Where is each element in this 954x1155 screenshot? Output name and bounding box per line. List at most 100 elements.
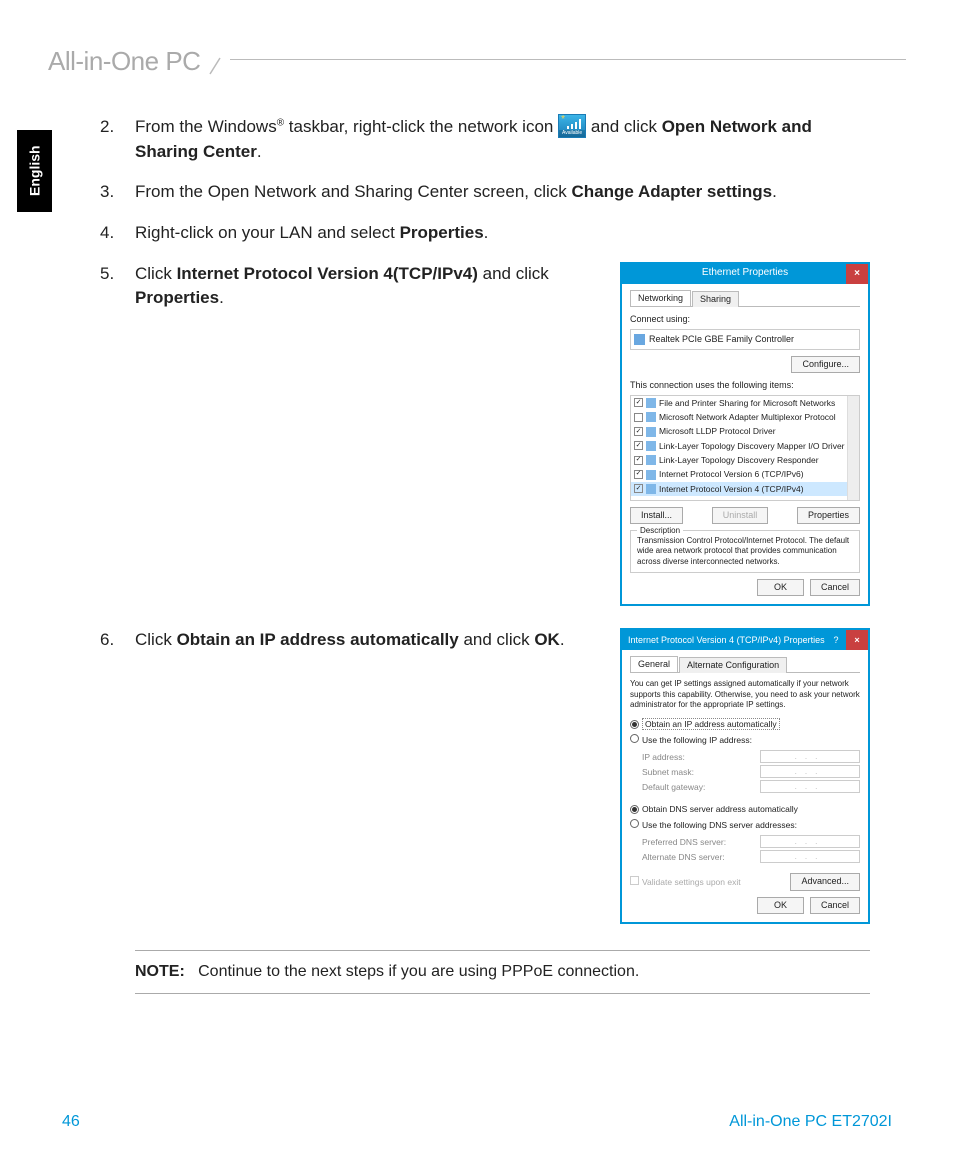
step-number: 6. <box>100 628 135 924</box>
protocol-list[interactable]: File and Printer Sharing for Microsoft N… <box>630 395 860 501</box>
gateway-label: Default gateway: <box>642 781 705 793</box>
ipv4-properties-dialog: Internet Protocol Version 4 (TCP/IPv4) P… <box>620 628 870 924</box>
configure-button[interactable]: Configure... <box>791 356 860 373</box>
scrollbar[interactable] <box>847 396 859 500</box>
cancel-button[interactable]: Cancel <box>810 579 860 596</box>
signal-bars-icon <box>567 119 583 129</box>
checkbox-icon[interactable] <box>634 441 643 450</box>
option-auto-dns: Obtain DNS server address automatically <box>642 804 798 814</box>
tab-sharing[interactable]: Sharing <box>692 291 739 307</box>
checkbox-icon[interactable] <box>634 470 643 479</box>
cancel-button[interactable]: Cancel <box>810 897 860 914</box>
header-slash-icon <box>208 48 222 76</box>
alt-dns-label: Alternate DNS server: <box>642 851 725 863</box>
adapter-box: Realtek PCIe GBE Family Controller <box>630 329 860 350</box>
instruction-list: 2. From the Windows® taskbar, right-clic… <box>100 115 870 924</box>
dialog-title: Internet Protocol Version 4 (TCP/IPv4) P… <box>628 634 825 647</box>
protocol-icon <box>646 470 656 480</box>
language-tab: English <box>17 130 52 212</box>
alt-dns-input[interactable]: ... <box>760 850 860 863</box>
adapter-icon <box>634 334 645 345</box>
pref-dns-input[interactable]: ... <box>760 835 860 848</box>
radio-manual-ip[interactable] <box>630 734 639 743</box>
uninstall-button[interactable]: Uninstall <box>712 507 769 524</box>
step-5: 5. Click Internet Protocol Version 4(TCP… <box>100 262 870 607</box>
step-3: 3. From the Open Network and Sharing Cen… <box>100 180 870 205</box>
close-icon[interactable]: × <box>846 264 868 284</box>
radio-auto-dns[interactable] <box>630 805 639 814</box>
subnet-input[interactable]: ... <box>760 765 860 778</box>
ethernet-properties-dialog: Ethernet Properties × Networking Sharing… <box>620 262 870 607</box>
dialog-blurb: You can get IP settings assigned automat… <box>630 679 860 710</box>
protocol-icon <box>646 412 656 422</box>
step-row: Click Obtain an IP address automatically… <box>135 628 870 924</box>
validate-checkbox[interactable] <box>630 876 639 885</box>
step-4: 4. Right-click on your LAN and select Pr… <box>100 221 870 246</box>
subnet-label: Subnet mask: <box>642 766 694 778</box>
radio-manual-dns[interactable] <box>630 819 639 828</box>
option-manual-ip: Use the following IP address: <box>642 735 752 745</box>
step-2: 2. From the Windows® taskbar, right-clic… <box>100 115 870 164</box>
step-number: 5. <box>100 262 135 607</box>
step-number: 4. <box>100 221 135 246</box>
description-text: Transmission Control Protocol/Internet P… <box>637 536 853 567</box>
connect-using-label: Connect using: <box>630 313 860 326</box>
content: 2. From the Windows® taskbar, right-clic… <box>100 115 870 994</box>
properties-button[interactable]: Properties <box>797 507 860 524</box>
step-number: 3. <box>100 180 135 205</box>
install-button[interactable]: Install... <box>630 507 683 524</box>
checkbox-icon[interactable] <box>634 456 643 465</box>
option-manual-dns: Use the following DNS server addresses: <box>642 820 797 830</box>
step-text: From the Windows® taskbar, right-click t… <box>135 115 870 164</box>
step-text: Click Obtain an IP address automatically… <box>135 628 608 653</box>
pref-dns-label: Preferred DNS server: <box>642 836 726 848</box>
page-number: 46 <box>62 1113 80 1131</box>
step-6: 6. Click Obtain an IP address automatica… <box>100 628 870 924</box>
validate-label: Validate settings upon exit <box>642 877 741 887</box>
tab-general[interactable]: General <box>630 656 678 672</box>
note-label: NOTE: <box>135 963 185 980</box>
description-group: Description Transmission Control Protoco… <box>630 530 860 573</box>
protocol-icon <box>646 441 656 451</box>
product-name: All-in-One PC ET2702I <box>729 1113 892 1131</box>
note-block: NOTE: Continue to the next steps if you … <box>135 950 870 994</box>
checkbox-icon[interactable] <box>634 427 643 436</box>
step-text: Click Internet Protocol Version 4(TCP/IP… <box>135 262 608 311</box>
tab-networking[interactable]: Networking <box>630 290 691 306</box>
step-number: 2. <box>100 115 135 164</box>
dialog-titlebar: Internet Protocol Version 4 (TCP/IPv4) P… <box>622 630 868 650</box>
ip-label: IP address: <box>642 751 685 763</box>
dialog-titlebar: Ethernet Properties × <box>622 264 868 284</box>
step-text: Right-click on your LAN and select Prope… <box>135 221 870 246</box>
protocol-icon <box>646 484 656 494</box>
dialog-tabs: General Alternate Configuration <box>630 656 860 673</box>
gateway-input[interactable]: ... <box>760 780 860 793</box>
ok-button[interactable]: OK <box>757 897 804 914</box>
advanced-button[interactable]: Advanced... <box>790 873 860 890</box>
uses-items-label: This connection uses the following items… <box>630 379 860 392</box>
help-icon[interactable]: ? <box>826 630 846 650</box>
step-row: Click Internet Protocol Version 4(TCP/IP… <box>135 262 870 607</box>
dialog-title: Ethernet Properties <box>702 266 788 281</box>
protocol-icon <box>646 398 656 408</box>
footer: 46 All-in-One PC ET2702I <box>62 1113 892 1131</box>
close-icon[interactable]: × <box>846 630 868 650</box>
option-auto-ip: Obtain an IP address automatically <box>642 718 780 730</box>
protocol-icon <box>646 427 656 437</box>
adapter-name: Realtek PCIe GBE Family Controller <box>649 333 794 346</box>
checkbox-icon[interactable] <box>634 484 643 493</box>
header-rule <box>230 59 906 60</box>
network-icon: Available <box>558 114 586 138</box>
step-text: From the Open Network and Sharing Center… <box>135 180 870 205</box>
dialog-tabs: Networking Sharing <box>630 290 860 307</box>
page-header: All-in-One PC <box>48 46 906 77</box>
ip-input[interactable]: ... <box>760 750 860 763</box>
radio-auto-ip[interactable] <box>630 720 639 729</box>
checkbox-icon[interactable] <box>634 398 643 407</box>
ok-button[interactable]: OK <box>757 579 804 596</box>
description-legend: Description <box>637 525 683 537</box>
checkbox-icon[interactable] <box>634 413 643 422</box>
note-text: Continue to the next steps if you are us… <box>198 963 639 980</box>
tab-alternate[interactable]: Alternate Configuration <box>679 657 787 673</box>
header-title: All-in-One PC <box>48 46 200 77</box>
